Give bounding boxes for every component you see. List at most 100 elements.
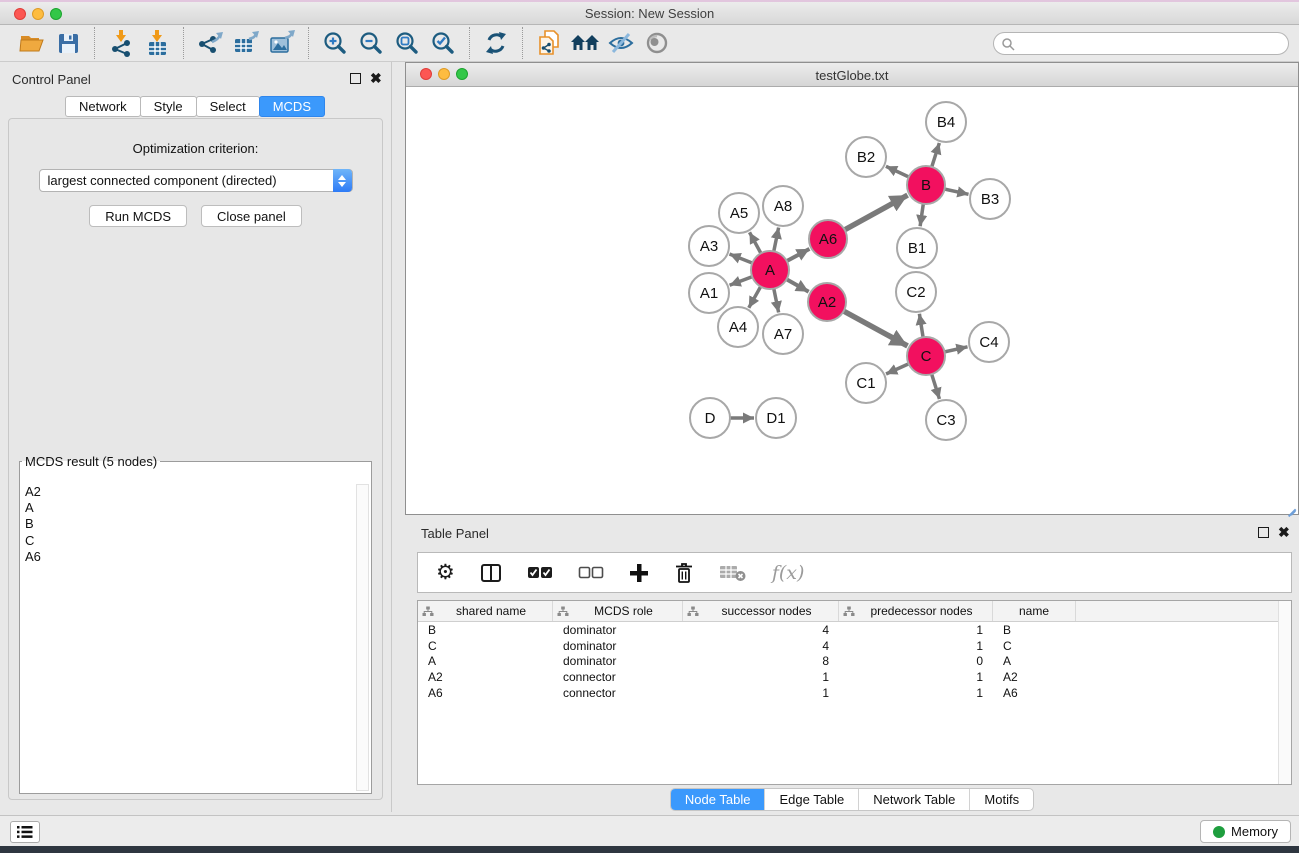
tab-network[interactable]: Network bbox=[65, 96, 141, 117]
graph-node-label: B4 bbox=[937, 114, 955, 131]
import-table-button[interactable] bbox=[139, 27, 175, 59]
graph-node-C[interactable]: C bbox=[907, 337, 945, 375]
run-mcds-button[interactable]: Run MCDS bbox=[89, 205, 187, 227]
float-table-panel-icon[interactable] bbox=[1258, 527, 1269, 538]
graph-node-A7[interactable]: A7 bbox=[763, 314, 803, 354]
column-header-predecessor_nodes[interactable]: predecessor nodes bbox=[839, 601, 993, 621]
network-window-titlebar[interactable]: testGlobe.txt bbox=[406, 63, 1298, 87]
select-all-button[interactable] bbox=[527, 566, 553, 580]
table-row[interactable]: A6connector11A6 bbox=[418, 685, 1277, 701]
show-panels-button[interactable] bbox=[639, 27, 675, 59]
graph-node-B1[interactable]: B1 bbox=[897, 228, 937, 268]
window-resize-grip[interactable] bbox=[1287, 503, 1297, 513]
search-input[interactable] bbox=[1015, 35, 1288, 53]
network-canvas[interactable]: B4 B2 B B3 A8 A5 A6 A3 B1 A C2 A1 A2 A4A7 C4 C C1 D D1 C3 bbox=[406, 87, 1298, 514]
mcds-result-scrollbar[interactable] bbox=[356, 484, 369, 791]
graph-node-B[interactable]: B bbox=[907, 166, 945, 204]
column-header-mcds_role[interactable]: MCDS role bbox=[553, 601, 683, 621]
graph-node-D[interactable]: D bbox=[690, 398, 730, 438]
graph-node-label: A6 bbox=[819, 231, 837, 248]
graph-node-C2[interactable]: C2 bbox=[896, 272, 936, 312]
graph-node-label: D bbox=[705, 410, 716, 427]
table-scrollbar[interactable] bbox=[1278, 601, 1291, 784]
export-image-button[interactable] bbox=[264, 27, 300, 59]
close-panel-button[interactable]: Close panel bbox=[201, 205, 302, 227]
column-sort-icon bbox=[557, 606, 569, 617]
table-row[interactable]: Adominator80A bbox=[418, 654, 1277, 670]
app-titlebar[interactable]: Session: New Session bbox=[0, 2, 1299, 25]
table-row[interactable]: Cdominator41C bbox=[418, 638, 1277, 654]
mcds-result-item[interactable]: A2 bbox=[22, 484, 354, 500]
cell-mcds_role: connector bbox=[553, 686, 683, 700]
tab-select[interactable]: Select bbox=[196, 96, 260, 117]
tab-mcds[interactable]: MCDS bbox=[259, 96, 325, 117]
hide-panels-button[interactable] bbox=[603, 27, 639, 59]
column-header-successor_nodes[interactable]: successor nodes bbox=[683, 601, 839, 621]
mcds-result-item[interactable]: B bbox=[22, 516, 354, 532]
float-panel-icon[interactable] bbox=[350, 73, 361, 84]
graph-node-C4[interactable]: C4 bbox=[969, 322, 1009, 362]
optimization-criterion-select[interactable]: largest connected component (directed) bbox=[39, 169, 353, 192]
cell-predecessor_nodes: 1 bbox=[839, 670, 993, 684]
column-header-shared_name[interactable]: shared name bbox=[418, 601, 553, 621]
search-field[interactable] bbox=[993, 32, 1289, 55]
graph-node-label: A8 bbox=[774, 198, 792, 215]
graph-node-C1[interactable]: C1 bbox=[846, 363, 886, 403]
graph-node-B4[interactable]: B4 bbox=[926, 102, 966, 142]
zoom-selected-button[interactable] bbox=[425, 27, 461, 59]
select-stepper-icon[interactable] bbox=[333, 169, 352, 192]
graph-node-A3[interactable]: A3 bbox=[689, 226, 729, 266]
close-panel-icon[interactable]: ✖ bbox=[370, 73, 381, 84]
memory-label: Memory bbox=[1231, 824, 1278, 839]
export-network-button[interactable] bbox=[192, 27, 228, 59]
home-button[interactable] bbox=[567, 27, 603, 59]
mcds-result-item[interactable]: A bbox=[22, 500, 354, 516]
network-file-button[interactable] bbox=[531, 27, 567, 59]
table-settings-button[interactable]: ⚙ bbox=[436, 563, 455, 583]
tab-motifs[interactable]: Motifs bbox=[969, 789, 1033, 810]
task-history-button[interactable] bbox=[10, 821, 40, 843]
split-view-button[interactable] bbox=[480, 563, 502, 583]
cell-name: B bbox=[993, 623, 1076, 637]
graph-node-A8[interactable]: A8 bbox=[763, 186, 803, 226]
graph-node-B2[interactable]: B2 bbox=[846, 137, 886, 177]
tab-node-table[interactable]: Node Table bbox=[671, 789, 765, 810]
graph-node-A[interactable]: A bbox=[751, 251, 789, 289]
save-session-button[interactable] bbox=[50, 27, 86, 59]
cell-name: A2 bbox=[993, 670, 1076, 684]
zoom-in-button[interactable] bbox=[317, 27, 353, 59]
graph-node-label: A bbox=[765, 262, 775, 279]
graph-node-A2[interactable]: A2 bbox=[808, 283, 846, 321]
close-table-panel-icon[interactable]: ✖ bbox=[1278, 527, 1289, 538]
export-table-button[interactable] bbox=[228, 27, 264, 59]
graph-node-A6[interactable]: A6 bbox=[809, 220, 847, 258]
tab-network-table[interactable]: Network Table bbox=[858, 789, 969, 810]
refresh-button[interactable] bbox=[478, 27, 514, 59]
graph-node-C3[interactable]: C3 bbox=[926, 400, 966, 440]
graph-node-A5[interactable]: A5 bbox=[719, 193, 759, 233]
import-network-button[interactable] bbox=[103, 27, 139, 59]
network-graph[interactable]: B4 B2 B B3 A8 A5 A6 A3 B1 A C2 A1 A2 A4A7 C4 C C1 D D1 C3 bbox=[406, 87, 1298, 514]
table-row[interactable]: A2connector11A2 bbox=[418, 669, 1277, 685]
cell-shared_name: A2 bbox=[418, 670, 553, 684]
graph-node-A4[interactable]: A4 bbox=[718, 307, 758, 347]
tab-style[interactable]: Style bbox=[140, 96, 197, 117]
tab-edge-table[interactable]: Edge Table bbox=[764, 789, 858, 810]
deselect-all-button[interactable] bbox=[578, 566, 604, 580]
zoom-out-button[interactable] bbox=[353, 27, 389, 59]
memory-button[interactable]: Memory bbox=[1200, 820, 1291, 843]
column-header-name[interactable]: name bbox=[993, 601, 1076, 621]
delete-column-button[interactable] bbox=[674, 562, 694, 584]
mcds-result-item[interactable]: A6 bbox=[22, 549, 354, 565]
graph-node-D1[interactable]: D1 bbox=[756, 398, 796, 438]
add-column-button[interactable] bbox=[629, 563, 649, 583]
open-session-button[interactable] bbox=[14, 27, 50, 59]
table-panel: Table Panel ✖ ⚙ bbox=[405, 518, 1299, 814]
graph-node-label: A2 bbox=[818, 294, 836, 311]
mcds-result-list[interactable]: A2ABCA6 bbox=[22, 484, 354, 791]
table-row[interactable]: Bdominator41B bbox=[418, 622, 1277, 638]
graph-node-B3[interactable]: B3 bbox=[970, 179, 1010, 219]
mcds-result-item[interactable]: C bbox=[22, 533, 354, 549]
zoom-fit-button[interactable] bbox=[389, 27, 425, 59]
graph-node-A1[interactable]: A1 bbox=[689, 273, 729, 313]
